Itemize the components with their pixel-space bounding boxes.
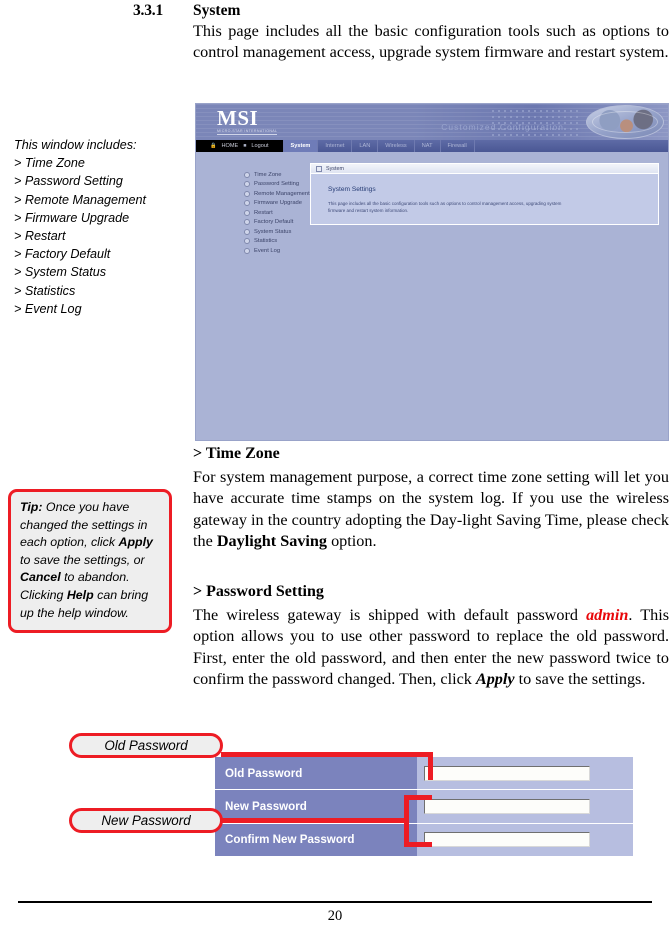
callout-old-password: Old Password — [69, 733, 223, 758]
margin-note-item: > Restart — [14, 229, 66, 244]
tab-lan[interactable]: LAN — [352, 140, 379, 152]
document-page: 3.3.1 System This page includes all the … — [0, 0, 670, 940]
home-logout-group: 🔒 HOME ■ Logout — [210, 143, 269, 149]
margin-note-item: > Statistics — [14, 283, 76, 298]
section-title: System — [193, 2, 241, 19]
callout-leader-new-vertical — [404, 795, 409, 847]
radio-icon — [244, 200, 250, 207]
radio-icon — [244, 181, 250, 188]
menu-item-label: Factory Default — [254, 219, 294, 226]
footer-rule — [18, 901, 652, 904]
old-password-label: Old Password — [215, 757, 417, 791]
tip-help-term: Help — [66, 587, 94, 602]
menu-item-label: Time Zone — [254, 171, 282, 178]
ui-body: Time Zone Password Setting Remote Manage… — [196, 152, 668, 440]
confirm-password-label: Confirm New Password — [215, 823, 417, 857]
menu-item-label: Firmware Upgrade — [254, 200, 302, 207]
logout-link[interactable]: Logout — [251, 143, 268, 149]
tab-nat[interactable]: NAT — [415, 140, 441, 152]
menu-item-system-status[interactable]: System Status — [244, 227, 342, 237]
margin-note-item: > Firmware Upgrade — [14, 210, 130, 225]
radio-icon — [244, 209, 250, 216]
margin-note-item: > Password Setting — [14, 174, 123, 189]
panel-title: System Settings — [328, 186, 376, 193]
time-zone-paragraph: For system management purpose, a correct… — [193, 467, 669, 552]
banner-people-photo — [586, 105, 664, 139]
time-zone-body-last: option. — [327, 531, 377, 550]
tab-wireless[interactable]: Wireless — [378, 140, 415, 152]
section-intro-paragraph: This page includes all the basic configu… — [193, 22, 669, 62]
radio-icon — [244, 228, 250, 235]
old-password-input[interactable] — [424, 765, 590, 781]
menu-item-label: Password Setting — [254, 181, 300, 188]
menu-item-label: System Status — [254, 228, 292, 235]
margin-note-item: > Factory Default — [14, 247, 111, 262]
default-password-term: admin — [586, 606, 629, 624]
margin-note-item: > Event Log — [14, 301, 82, 316]
callout-new-password: New Password — [69, 808, 223, 833]
callout-leader-old-horizontal — [221, 752, 433, 757]
password-body-first: The wireless gateway is shipped with def… — [193, 606, 587, 624]
menu-item-label: Statistics — [254, 238, 278, 245]
margin-note-item: > Remote Management — [14, 192, 146, 207]
new-password-field-cell — [417, 790, 633, 824]
new-password-input[interactable] — [424, 798, 590, 814]
radio-icon — [244, 238, 250, 245]
system-settings-panel: System System Settings This page include… — [310, 163, 659, 225]
radio-icon — [244, 190, 250, 197]
panel-description: This page includes all the basic configu… — [328, 201, 562, 213]
callout-leader-old-vertical — [428, 752, 433, 780]
page-number: 20 — [327, 908, 343, 924]
banner-tagline: Customized Configuration — [441, 122, 564, 132]
menu-item-event-log[interactable]: Event Log — [244, 246, 342, 256]
password-setting-heading: > Password Setting — [193, 583, 324, 600]
lock-icon: 🔒 — [210, 143, 217, 149]
msi-logo-subtitle: MICRO-STAR INTERNATIONAL — [217, 129, 278, 135]
menu-item-label: Remote Management — [254, 190, 310, 197]
panel-tab-icon — [316, 165, 322, 172]
ui-tab-bar: System Internet LAN Wireless NAT Firewal… — [282, 140, 475, 152]
section-number: 3.3.1 — [133, 2, 164, 19]
margin-note-item: > System Status — [14, 265, 107, 280]
margin-note-item: > Time Zone — [14, 156, 85, 171]
menu-item-label: Restart — [254, 209, 273, 216]
callout-leader-new-horizontal — [221, 818, 409, 823]
confirm-password-input[interactable] — [424, 832, 590, 848]
apply-term: Apply — [475, 669, 515, 688]
tab-firewall[interactable]: Firewall — [441, 140, 475, 152]
daylight-saving-term: Daylight Saving — [216, 531, 328, 550]
tip-callout: Tip: Once you have changed the settings … — [8, 489, 172, 634]
margin-note-heading: This window includes: — [14, 138, 137, 152]
confirm-password-field-cell — [417, 823, 633, 857]
router-ui-screenshot: MSI MICRO-STAR INTERNATIONAL Customized … — [195, 103, 669, 441]
radio-icon — [244, 171, 250, 178]
old-password-field-cell — [417, 757, 633, 791]
menu-item-label: Event Log — [254, 247, 281, 254]
panel-header: System — [311, 164, 658, 174]
form-row-confirm-password: Confirm New Password — [215, 823, 633, 857]
panel-tab-label: System — [326, 165, 344, 172]
menu-item-statistics[interactable]: Statistics — [244, 236, 342, 246]
form-row-old-password: Old Password — [215, 757, 633, 791]
logout-icon: ■ — [243, 143, 247, 149]
callout-leader-new-branch-bottom — [404, 842, 432, 847]
margin-note: This window includes: > Time Zone > Pass… — [14, 136, 184, 318]
tab-system[interactable]: System — [282, 140, 319, 152]
tip-apply-term: Apply — [118, 535, 153, 550]
tip-label: Tip: — [20, 500, 43, 514]
msi-logo: MSI — [217, 106, 259, 130]
ui-banner: MSI MICRO-STAR INTERNATIONAL Customized … — [196, 104, 668, 140]
time-zone-heading: > Time Zone — [193, 445, 280, 462]
callout-leader-new-branch-top — [404, 795, 432, 800]
radio-icon — [244, 247, 250, 254]
password-setting-paragraph: The wireless gateway is shipped with def… — [193, 605, 669, 690]
tip-text-2: to save the settings, or — [20, 552, 145, 567]
radio-icon — [244, 219, 250, 226]
home-link[interactable]: HOME — [221, 143, 238, 149]
password-body-last: to save the settings. — [514, 669, 646, 688]
tip-cancel-term: Cancel — [20, 570, 61, 585]
ui-navbar: 🔒 HOME ■ Logout System Internet LAN Wire… — [196, 140, 668, 152]
tab-internet[interactable]: Internet — [318, 140, 353, 152]
